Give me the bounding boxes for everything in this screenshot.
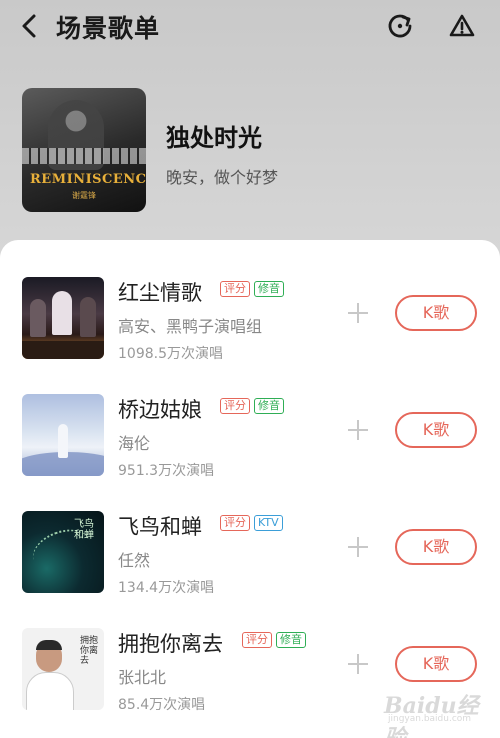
score-tag: 评分 [220, 515, 250, 531]
add-icon[interactable] [346, 418, 370, 442]
song-title: 红尘情歌 [118, 281, 202, 305]
song-tags: 评分 修音 [220, 398, 284, 414]
song-play-count: 85.4万次演唱 [118, 697, 206, 713]
back-icon[interactable] [16, 10, 44, 42]
warning-icon[interactable] [448, 12, 476, 40]
score-tag: 评分 [220, 281, 250, 297]
song-thumbnail: 飞鸟和蝉 [22, 511, 104, 593]
add-icon[interactable] [346, 301, 370, 325]
refresh-icon[interactable] [386, 12, 414, 40]
song-title: 桥边姑娘 [118, 398, 202, 422]
watermark-url: jingyan.baidu.com [388, 714, 472, 724]
song-artist: 海伦 [118, 434, 151, 453]
top-bar: 场景歌单 [0, 0, 500, 52]
song-thumbnail: 拥抱你离去 [22, 628, 104, 710]
playlist-cover: REMINISCENCE 谢霆锋 [22, 88, 146, 212]
cover-piano [22, 148, 146, 164]
sing-button[interactable]: K歌 [395, 529, 477, 565]
watermark: Baidu经验 jingyan.baidu.com [384, 680, 492, 738]
page-title: 场景歌单 [56, 14, 161, 43]
song-play-count: 1098.5万次演唱 [118, 346, 223, 362]
score-tag: 评分 [220, 398, 250, 414]
song-artist: 张北北 [118, 668, 167, 687]
cover-logo-text: REMINISCENCE [30, 172, 146, 187]
ktv-tag: KTV [254, 515, 283, 531]
sing-button[interactable]: K歌 [395, 295, 477, 331]
cover-sub-text: 谢霆锋 [72, 191, 96, 200]
song-tags: 评分 修音 [242, 632, 306, 648]
song-row[interactable]: 红尘情歌 评分 修音 高安、黑鸭子演唱组 1098.5万次演唱 K歌 [0, 277, 500, 387]
song-tags: 评分 KTV [220, 515, 283, 531]
score-tag: 评分 [242, 632, 272, 648]
song-play-count: 951.3万次演唱 [118, 463, 215, 479]
add-icon[interactable] [346, 652, 370, 676]
tune-tag: 修音 [254, 398, 284, 414]
playlist-name: 独处时光 [166, 124, 262, 152]
song-row[interactable]: 飞鸟和蝉 飞鸟和蝉 评分 KTV 任然 134.4万次演唱 K歌 [0, 511, 500, 621]
song-tags: 评分 修音 [220, 281, 284, 297]
song-thumbnail [22, 394, 104, 476]
song-row[interactable]: 桥边姑娘 评分 修音 海伦 951.3万次演唱 K歌 [0, 394, 500, 504]
song-artist: 任然 [118, 551, 151, 570]
thumbnail-text: 拥抱你离去 [80, 636, 99, 666]
sing-button[interactable]: K歌 [395, 646, 477, 682]
song-artist: 高安、黑鸭子演唱组 [118, 317, 263, 336]
tune-tag: 修音 [254, 281, 284, 297]
song-title: 拥抱你离去 [118, 632, 223, 656]
song-play-count: 134.4万次演唱 [118, 580, 215, 596]
song-title: 飞鸟和蝉 [118, 515, 202, 539]
thumbnail-text: 飞鸟和蝉 [74, 519, 94, 541]
song-thumbnail [22, 277, 104, 359]
sing-button[interactable]: K歌 [395, 412, 477, 448]
add-icon[interactable] [346, 535, 370, 559]
watermark-logo: Baidu经验 [384, 693, 479, 738]
tune-tag: 修音 [276, 632, 306, 648]
playlist-description: 晚安，做个好梦 [166, 168, 279, 187]
